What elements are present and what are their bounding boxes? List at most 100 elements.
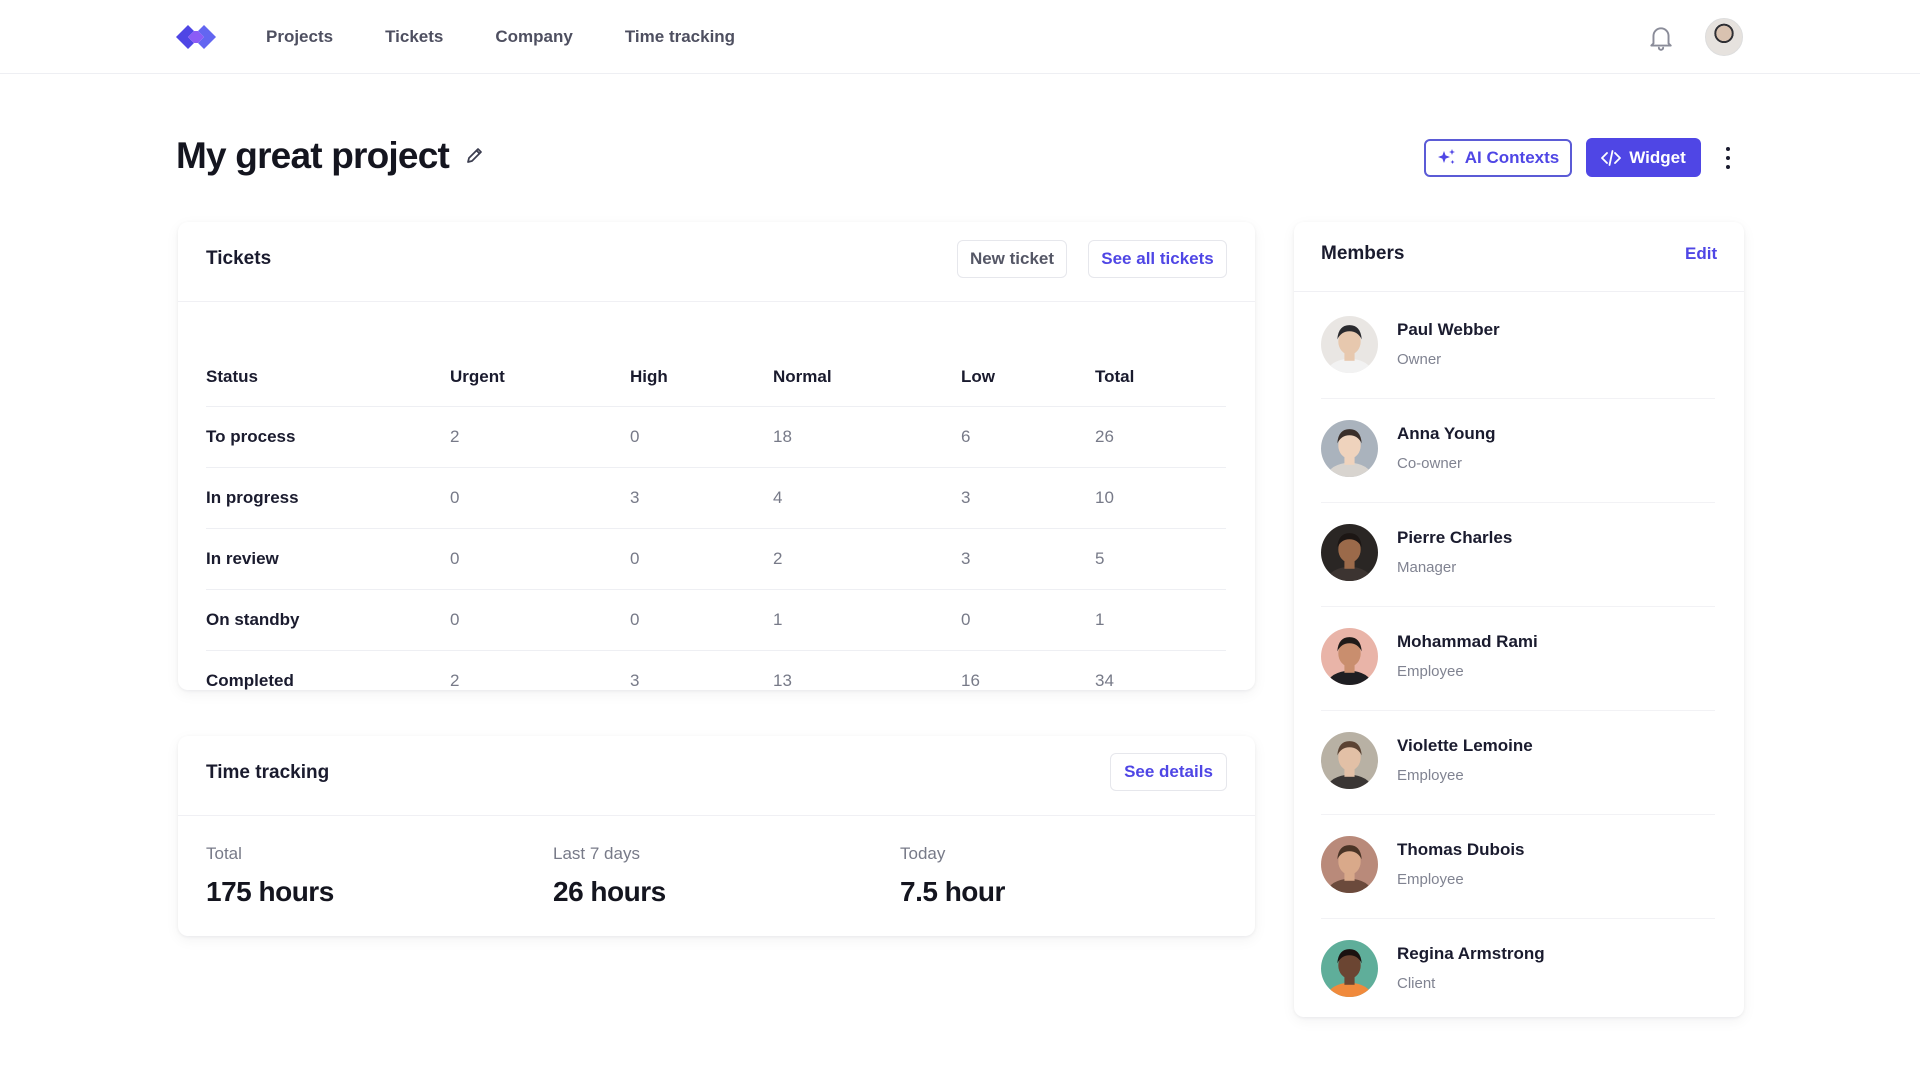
table-row[interactable]: To process 2 0 18 6 26 (206, 406, 1226, 468)
avatar (1321, 420, 1378, 477)
row-status: Completed (206, 670, 294, 690)
column-header-urgent: Urgent (450, 322, 630, 407)
row-normal: 4 (773, 467, 961, 529)
column-header-high: High (630, 322, 773, 407)
row-urgent: 0 (450, 528, 630, 590)
stat-today: Today 7.5 hour (900, 844, 1005, 908)
stat-label: Total (206, 844, 242, 863)
table-header-row: Status Urgent High Normal Low Total (206, 322, 1226, 407)
row-status: In review (206, 528, 450, 590)
member-list-item[interactable]: Pierre Charles Manager (1321, 503, 1715, 607)
row-total: 10 (1095, 467, 1226, 529)
code-brackets-logo-icon[interactable] (176, 22, 216, 52)
avatar (1321, 836, 1378, 893)
row-normal: 13 (773, 670, 792, 690)
ai-contexts-button[interactable]: AI Contexts (1424, 139, 1572, 177)
nav-item-company[interactable]: Company (495, 24, 572, 50)
table-row[interactable]: On standby 0 0 1 0 1 (206, 589, 1226, 651)
member-role: Manager (1397, 559, 1457, 576)
member-list-item[interactable]: Thomas Dubois Employee (1321, 815, 1715, 919)
row-normal: 2 (773, 528, 961, 590)
stat-label: Today (900, 844, 946, 863)
row-low: 6 (961, 406, 1095, 468)
row-high: 0 (630, 406, 773, 468)
top-navigation-bar: Projects Tickets Company Time tracking (0, 0, 1920, 74)
member-list-item[interactable]: Mohammad Rami Employee (1321, 607, 1715, 711)
member-name: Regina Armstrong (1397, 944, 1545, 963)
tickets-table: Status Urgent High Normal Low Total To p… (206, 322, 1226, 711)
row-total: 26 (1095, 406, 1226, 468)
table-row[interactable]: In review 0 0 2 3 5 (206, 528, 1226, 590)
member-role: Owner (1397, 351, 1442, 368)
members-title: Members (1321, 243, 1405, 264)
avatar (1321, 316, 1378, 373)
member-name: Anna Young (1397, 424, 1496, 443)
member-list-item[interactable]: Paul Webber Owner (1321, 295, 1715, 399)
column-header-low: Low (961, 322, 1095, 407)
row-normal: 18 (773, 406, 961, 468)
time-tracking-card-header: Time tracking See details (178, 736, 1255, 816)
member-role: Employee (1397, 871, 1464, 888)
code-icon (1601, 149, 1622, 166)
row-low: 3 (961, 528, 1095, 590)
row-total: 5 (1095, 528, 1226, 590)
row-normal: 1 (773, 589, 961, 651)
widget-button[interactable]: Widget (1586, 138, 1701, 177)
see-all-tickets-button[interactable]: See all tickets (1088, 240, 1227, 278)
row-status: On standby (206, 589, 450, 651)
time-tracking-card: Time tracking See details Total 175 hour… (178, 736, 1255, 936)
row-status: To process (206, 406, 450, 468)
nav-item-time-tracking[interactable]: Time tracking (625, 24, 735, 50)
member-name: Paul Webber (1397, 320, 1500, 339)
user-avatar[interactable] (1705, 18, 1743, 56)
row-status: In progress (206, 467, 450, 529)
member-role: Employee (1397, 663, 1464, 680)
avatar (1321, 628, 1378, 685)
members-card: Members Edit Paul Webber Owner Anna Young C… (1294, 222, 1744, 1017)
row-high: 0 (630, 589, 773, 651)
row-low: 3 (961, 467, 1095, 529)
row-high: 3 (630, 670, 640, 690)
member-role: Client (1397, 975, 1436, 992)
stat-label: Last 7 days (553, 844, 640, 863)
table-row[interactable]: In progress 0 3 4 3 10 (206, 467, 1226, 529)
row-high: 3 (630, 467, 773, 529)
tickets-card-header: Tickets New ticket See all tickets (178, 222, 1255, 302)
avatar (1321, 940, 1378, 997)
time-tracking-title: Time tracking (206, 762, 330, 783)
member-name: Pierre Charles (1397, 528, 1513, 547)
members-card-header: Members Edit (1294, 222, 1744, 292)
see-details-button[interactable]: See details (1110, 753, 1227, 791)
row-low: 0 (961, 589, 1095, 651)
stat-last-7-days: Last 7 days 26 hours (553, 844, 666, 908)
member-list-item[interactable]: Violette Lemoine Employee (1321, 711, 1715, 815)
table-row[interactable]: Completed 2 3 13 16 34 (206, 650, 1226, 711)
stat-value: 175 hours (206, 876, 334, 907)
edit-members-link[interactable]: Edit (1685, 244, 1717, 264)
nav-item-tickets[interactable]: Tickets (385, 24, 443, 50)
member-role: Co-owner (1397, 455, 1463, 472)
row-urgent: 2 (450, 406, 630, 468)
row-high: 0 (630, 528, 773, 590)
sparkles-icon (1437, 149, 1455, 164)
tickets-card: Tickets New ticket See all tickets Statu… (178, 222, 1255, 690)
member-name: Violette Lemoine (1397, 736, 1533, 755)
row-total: 34 (1095, 670, 1114, 690)
kebab-vertical-icon[interactable] (1720, 145, 1736, 171)
row-urgent: 2 (450, 670, 460, 690)
member-name: Mohammad Rami (1397, 632, 1538, 651)
member-role: Employee (1397, 767, 1464, 784)
column-header-status: Status (206, 322, 450, 407)
stat-value: 26 hours (553, 876, 666, 907)
member-list-item[interactable]: Regina Armstrong Client (1321, 919, 1715, 1023)
row-urgent: 0 (450, 467, 630, 529)
bell-icon[interactable] (1648, 24, 1674, 52)
row-total: 1 (1095, 589, 1226, 651)
nav-item-projects[interactable]: Projects (266, 24, 333, 50)
member-name: Thomas Dubois (1397, 840, 1525, 859)
pencil-icon[interactable] (465, 145, 485, 165)
tickets-title: Tickets (206, 248, 272, 269)
new-ticket-button[interactable]: New ticket (957, 240, 1067, 278)
member-list-item[interactable]: Anna Young Co-owner (1321, 399, 1715, 503)
main-nav: Projects Tickets Company Time tracking (266, 24, 787, 50)
